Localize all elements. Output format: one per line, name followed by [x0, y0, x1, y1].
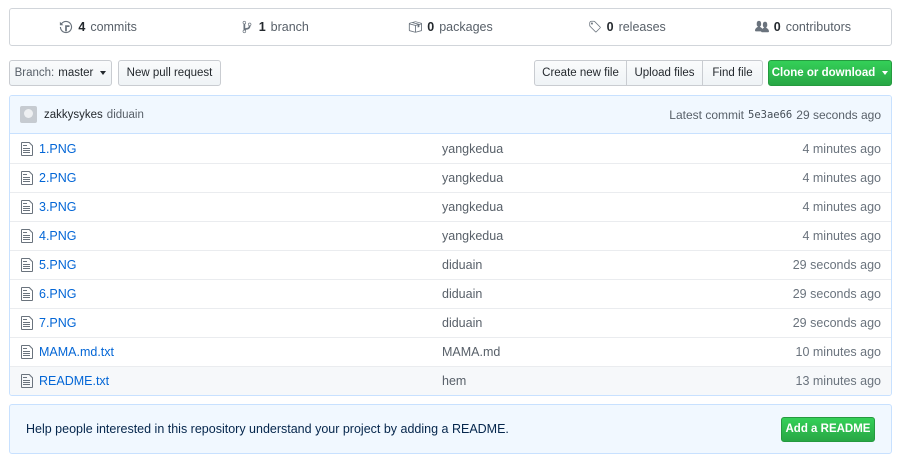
commits-stat[interactable]: 4 commits [10, 9, 186, 45]
file-icon [21, 345, 33, 359]
chevron-down-icon [882, 71, 889, 75]
chevron-down-icon [100, 71, 107, 75]
file-commit-message[interactable]: diduain [442, 258, 793, 272]
upload-files-button[interactable]: Upload files [626, 60, 703, 86]
clone-download-button[interactable]: Clone or download [768, 60, 892, 86]
file-icon [21, 229, 33, 243]
file-name-link[interactable]: 5.PNG [39, 258, 442, 272]
package-icon [409, 21, 423, 33]
commit-sha[interactable]: 5e3ae66 [748, 109, 792, 121]
file-icon [21, 258, 33, 272]
contributors-stat[interactable]: 0 contributors [715, 9, 891, 45]
file-age: 4 minutes ago [802, 200, 881, 214]
file-name-link[interactable]: 7.PNG [39, 316, 442, 330]
new-pull-request-button[interactable]: New pull request [118, 60, 221, 86]
file-name-link[interactable]: 2.PNG [39, 171, 442, 185]
file-age: 4 minutes ago [802, 141, 881, 156]
latest-commit-bar: zakkysykes diduain Latest commit 5e3ae66… [10, 96, 891, 134]
clone-download-label: Clone or download [771, 67, 876, 79]
file-age: 13 minutes ago [795, 374, 881, 388]
packages-count: 0 [427, 20, 435, 34]
branches-label: branch [270, 20, 309, 34]
commit-author[interactable]: zakkysykes [44, 109, 103, 121]
file-name-link[interactable]: README.txt [39, 374, 442, 388]
file-commit-message[interactable]: yangkedua [442, 200, 802, 214]
latest-commit-info: Latest commit 5e3ae66 29 seconds ago [669, 108, 881, 122]
file-age: 4 minutes ago [802, 171, 881, 185]
find-file-button[interactable]: Find file [702, 60, 763, 86]
add-readme-button[interactable]: Add a README [781, 416, 875, 442]
releases-stat[interactable]: 0 releases [539, 9, 715, 45]
packages-stat[interactable]: 0 packages [362, 9, 538, 45]
file-commit-message[interactable]: diduain [442, 287, 793, 301]
readme-prompt-text: Help people interested in this repositor… [26, 422, 509, 436]
branch-prefix: Branch: [14, 67, 55, 79]
table-row: 6.PNG diduain 29 seconds ago [10, 279, 891, 308]
history-icon [60, 20, 73, 34]
file-age: 29 seconds ago [792, 316, 881, 330]
file-actions-group: Create new file Upload files Find file [534, 60, 763, 86]
file-icon [21, 171, 33, 185]
file-icon [21, 316, 33, 330]
file-name-link[interactable]: 3.PNG [39, 200, 442, 214]
avatar[interactable] [20, 106, 37, 123]
file-name-link[interactable]: MAMA.md.txt [39, 345, 442, 359]
table-row: 3.PNG yangkedua 4 minutes ago [10, 192, 891, 221]
people-icon [754, 20, 769, 33]
file-name-link[interactable]: 4.PNG [39, 229, 442, 243]
releases-count: 0 [606, 20, 614, 34]
branches-stat[interactable]: 1 branch [186, 9, 362, 45]
file-name-link[interactable]: 6.PNG [39, 287, 442, 301]
file-commit-message[interactable]: yangkedua [442, 142, 802, 156]
table-row: 1.PNG yangkedua 4 minutes ago [10, 134, 891, 163]
file-age: 4 minutes ago [802, 229, 881, 243]
table-row: MAMA.md.txt MAMA.md 10 minutes ago [10, 337, 891, 366]
branches-count: 1 [258, 20, 266, 34]
repo-summary-bar: 4 commits 1 branch 0 packages 0 releases… [9, 8, 892, 46]
file-commit-message[interactable]: yangkedua [442, 171, 802, 185]
file-rows: 1.PNG yangkedua 4 minutes ago 2.PNG yangkedu… [10, 134, 891, 395]
commit-message[interactable]: diduain [107, 109, 144, 121]
table-row: 2.PNG yangkedua 4 minutes ago [10, 163, 891, 192]
commits-label: commits [90, 20, 137, 34]
table-row: 4.PNG yangkedua 4 minutes ago [10, 221, 891, 250]
create-new-file-button[interactable]: Create new file [534, 60, 627, 86]
readme-prompt: Help people interested in this repositor… [9, 404, 892, 454]
file-icon [21, 287, 33, 301]
contributors-count: 0 [773, 20, 781, 34]
releases-label: releases [618, 20, 666, 34]
commits-count: 4 [78, 20, 86, 34]
commit-age: 29 seconds ago [796, 107, 881, 122]
file-list: zakkysykes diduain Latest commit 5e3ae66… [9, 95, 892, 396]
file-name-link[interactable]: 1.PNG [39, 142, 442, 156]
packages-label: packages [439, 20, 493, 34]
file-commit-message[interactable]: diduain [442, 316, 793, 330]
branch-select-button[interactable]: Branch: master [9, 60, 112, 86]
file-icon [21, 374, 33, 388]
branch-icon [242, 20, 252, 34]
file-age: 10 minutes ago [795, 345, 881, 359]
file-icon [21, 200, 33, 214]
latest-commit-label: Latest commit [669, 107, 744, 122]
file-commit-message[interactable]: MAMA.md [442, 345, 796, 359]
tag-icon [588, 20, 601, 33]
table-row: README.txt hem 13 minutes ago [10, 366, 891, 395]
file-age: 29 seconds ago [792, 258, 881, 272]
file-commit-message[interactable]: yangkedua [442, 229, 802, 243]
branch-name: master [58, 67, 94, 79]
file-commit-message[interactable]: hem [442, 374, 796, 388]
table-row: 5.PNG diduain 29 seconds ago [10, 250, 891, 279]
contributors-label: contributors [785, 20, 852, 34]
file-icon [21, 141, 33, 156]
table-row: 7.PNG diduain 29 seconds ago [10, 308, 891, 337]
file-age: 29 seconds ago [792, 287, 881, 301]
